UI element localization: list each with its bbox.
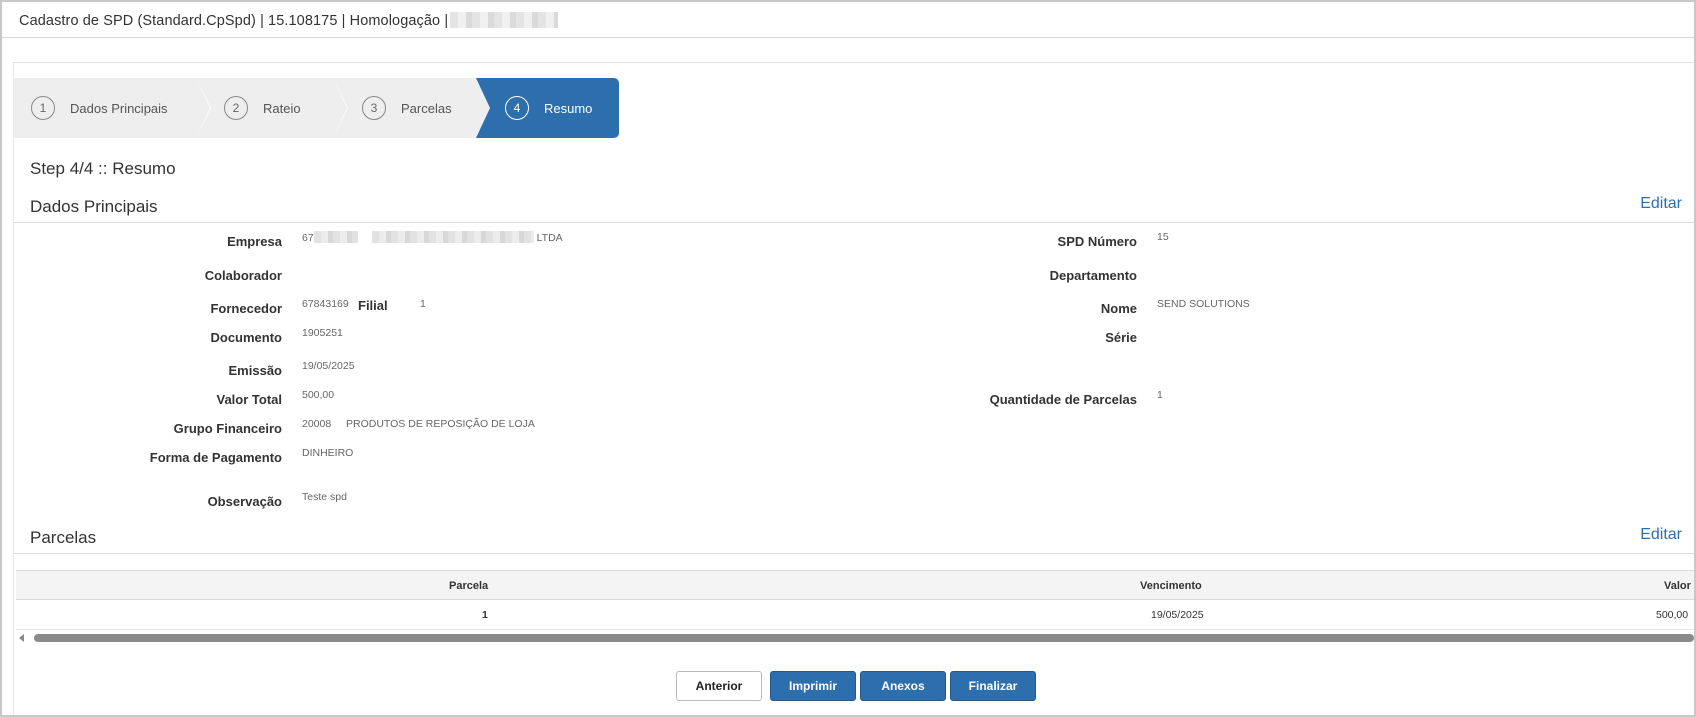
- step-label-4: Resumo: [544, 100, 593, 116]
- step-number-2: 2: [224, 96, 248, 120]
- grupo-financeiro-label: Grupo Financeiro: [173, 421, 282, 436]
- column-header-vencimento[interactable]: Vencimento: [1140, 580, 1202, 592]
- wizard-step-parcelas[interactable]: 3 Parcelas: [333, 78, 476, 138]
- quantidade-parcelas-value: 1: [1157, 389, 1163, 401]
- section-title-dados-principais: Dados Principais: [30, 197, 158, 216]
- step-label-3: Parcelas: [401, 100, 452, 116]
- wizard-step-rateio[interactable]: 2 Rateio: [196, 78, 348, 138]
- window-title-text: Cadastro de SPD (Standard.CpSpd) | 15.10…: [19, 13, 449, 29]
- nome-value: SEND SOLUTIONS: [1157, 298, 1250, 310]
- emissao-label: Emissão: [228, 363, 282, 378]
- observacao-value: Teste spd: [302, 491, 347, 503]
- fornecedor-value: 67843169: [302, 298, 349, 310]
- empresa-value-prefix: 67: [302, 232, 314, 244]
- table-header-row: Parcela Vencimento Valor: [16, 570, 1694, 600]
- edit-dados-principais-link[interactable]: Editar: [1640, 195, 1682, 213]
- cell-vencimento: 19/05/2025: [1151, 609, 1204, 621]
- finalizar-button[interactable]: Finalizar: [950, 671, 1036, 701]
- forma-pagamento-value: DINHEIRO: [302, 447, 354, 459]
- table-row[interactable]: 1 19/05/2025 500,00: [16, 600, 1694, 630]
- nome-label: Nome: [1100, 301, 1137, 316]
- filial-label: Filial: [358, 298, 388, 313]
- documento-label: Documento: [210, 330, 283, 345]
- quantidade-parcelas-label: Quantidade de Parcelas: [989, 392, 1137, 407]
- colaborador-label: Colaborador: [204, 268, 282, 283]
- empresa-value-suffix: LTDA: [536, 232, 563, 244]
- scrollbar-thumb[interactable]: [34, 634, 1694, 642]
- step-label-1: Dados Principais: [70, 100, 168, 116]
- wizard-step-resumo[interactable]: 4 Resumo: [476, 78, 619, 138]
- horizontal-scrollbar[interactable]: [16, 631, 1694, 645]
- grupo-financeiro-value: PRODUTOS DE REPOSIÇÃO DE LOJA: [346, 418, 535, 430]
- section-title-parcelas: Parcelas: [30, 528, 97, 547]
- wizard-step-dados-principais[interactable]: 1 Dados Principais: [14, 78, 211, 138]
- anexos-button[interactable]: Anexos: [860, 671, 946, 701]
- forma-pagamento-label: Forma de Pagamento: [149, 450, 282, 465]
- edit-parcelas-link[interactable]: Editar: [1640, 526, 1682, 544]
- redacted-environment: [450, 12, 559, 28]
- fornecedor-label: Fornecedor: [210, 301, 282, 316]
- column-header-valor[interactable]: Valor: [1664, 580, 1691, 592]
- wizard-steps: 1 Dados Principais 2 Rateio 3 Parcelas 4…: [14, 78, 619, 138]
- column-header-parcela[interactable]: Parcela: [449, 580, 488, 592]
- valor-total-value: 500,00: [302, 389, 335, 401]
- spd-numero-value: 15: [1157, 231, 1169, 243]
- cell-parcela: 1: [482, 609, 488, 621]
- documento-value: 1905251: [302, 327, 343, 339]
- window-title: Cadastro de SPD (Standard.CpSpd) | 15.10…: [19, 12, 559, 29]
- anterior-button[interactable]: Anterior: [676, 671, 762, 701]
- parcelas-table: Parcela Vencimento Valor 1 19/05/2025 50…: [16, 570, 1694, 630]
- title-bar: Cadastro de SPD (Standard.CpSpd) | 15.10…: [2, 2, 1694, 38]
- step-number-3: 3: [362, 96, 386, 120]
- step-number-4: 4: [505, 96, 529, 120]
- grupo-financeiro-code: 20008: [302, 418, 332, 430]
- step-number-1: 1: [31, 96, 55, 120]
- departamento-label: Departamento: [1049, 268, 1137, 283]
- step-title: Step 4/4 :: Resumo: [30, 159, 176, 178]
- step-notch: [476, 78, 490, 138]
- step-arrow: [333, 78, 347, 138]
- spd-numero-label: SPD Número: [1057, 234, 1137, 249]
- imprimir-button[interactable]: Imprimir: [770, 671, 856, 701]
- section-divider: [14, 222, 1694, 223]
- action-buttons: Anterior Imprimir Anexos Finalizar: [676, 671, 1036, 701]
- redacted-empresa-code: [313, 231, 358, 243]
- empresa-label: Empresa: [227, 234, 282, 249]
- step-label-2: Rateio: [263, 100, 301, 116]
- redacted-empresa-name: [371, 231, 534, 243]
- observacao-label: Observação: [207, 494, 282, 509]
- empresa-value: 67 LTDA: [302, 231, 563, 244]
- section-divider: [14, 553, 1694, 554]
- valor-total-label: Valor Total: [216, 392, 283, 407]
- step-arrow: [196, 78, 210, 138]
- scroll-left-icon[interactable]: [19, 634, 24, 642]
- serie-label: Série: [1105, 330, 1137, 345]
- emissao-value: 19/05/2025: [302, 360, 355, 372]
- filial-value: 1: [420, 298, 426, 310]
- cell-valor: 500,00: [1656, 609, 1689, 621]
